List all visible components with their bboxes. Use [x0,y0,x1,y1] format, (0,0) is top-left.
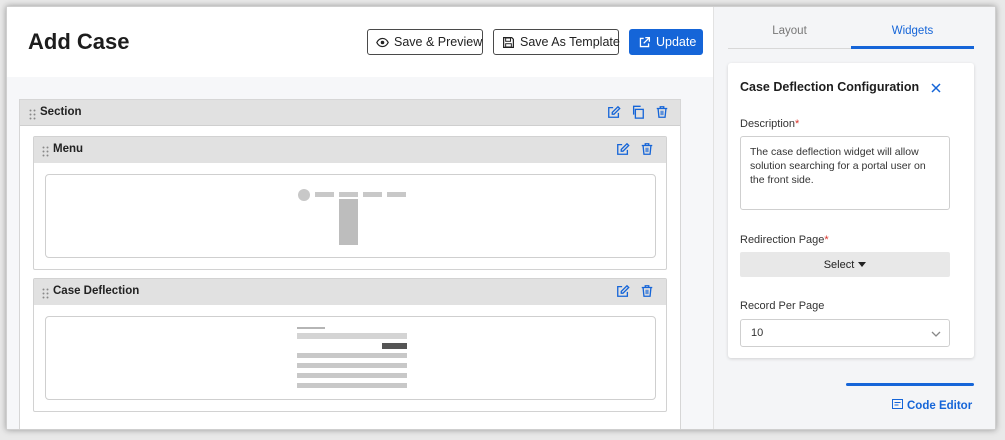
drag-handle-icon[interactable] [29,107,36,120]
case-deflection-widget[interactable]: Case Deflection [33,278,667,412]
code-editor-label: Code Editor [907,399,973,412]
record-per-page-label: Record Per Page [740,300,825,312]
properties-panel: Layout Widgets Case Deflection Configura… [713,7,995,429]
save-as-template-button[interactable]: Save As Template [493,29,620,55]
save-preview-label: Save & Preview [394,35,483,49]
update-label: Update [656,35,697,49]
case-deflection-widget-header[interactable]: Case Deflection [34,279,666,305]
panel-tabs: Layout Widgets [728,21,974,49]
section-actions [607,105,669,119]
chevron-down-icon [931,329,941,337]
trash-icon[interactable] [640,142,654,156]
redirection-page-select[interactable]: Select [740,252,950,277]
menu-widget-header[interactable]: Menu [34,137,666,163]
edit-icon[interactable] [616,142,630,156]
edit-icon[interactable] [616,284,630,298]
description-label-text: Description [740,118,796,130]
code-icon [892,399,903,412]
section-container: Section Menu Case Deflection [19,99,681,429]
description-field[interactable]: The case deflection widget will allow so… [740,136,950,210]
case-deflection-config-card: Case Deflection Configuration Descriptio… [728,63,974,358]
drag-handle-icon[interactable] [42,144,49,157]
menu-preview-graphic [298,189,406,245]
caret-down-icon [858,259,867,271]
record-per-page-select[interactable]: 10 [740,319,950,347]
redirection-page-label: Redirection Page* [740,234,829,246]
save-preview-button[interactable]: Save & Preview [367,29,483,55]
section-header[interactable]: Section [20,100,680,126]
update-button[interactable]: Update [629,29,703,55]
config-title: Case Deflection Configuration [740,80,920,94]
trash-icon[interactable] [640,284,654,298]
eye-icon [376,36,389,49]
record-per-page-value: 10 [751,327,764,339]
close-icon[interactable] [930,81,942,93]
tab-widgets[interactable]: Widgets [851,21,974,49]
page-title: Add Case [28,29,130,54]
edit-icon[interactable] [607,105,621,119]
menu-preview [45,174,656,258]
page-editor: Add Case Save & Preview Save As Template… [7,7,713,429]
save-as-template-label: Save As Template [520,35,620,49]
app-window: Add Case Save & Preview Save As Template… [6,6,996,430]
case-deflection-widget-label: Case Deflection [53,285,140,297]
redirection-page-select-label: Select [823,258,855,271]
tab-layout[interactable]: Layout [728,21,851,49]
external-link-icon [638,36,651,49]
description-label: Description* [740,118,800,130]
copy-icon[interactable] [631,105,645,119]
editor-header: Add Case Save & Preview Save As Template… [7,7,713,77]
case-deflection-preview-graphic [297,327,407,388]
case-deflection-widget-actions [616,284,654,298]
section-label: Section [40,106,82,118]
menu-widget[interactable]: Menu [33,136,667,270]
drag-handle-icon[interactable] [42,286,49,299]
menu-widget-actions [616,142,654,156]
menu-widget-label: Menu [53,143,84,155]
trash-icon[interactable] [655,105,669,119]
case-deflection-preview [45,316,656,400]
floppy-icon [502,36,515,49]
code-editor-link[interactable]: Code Editor [892,399,972,412]
redirection-page-label-text: Redirection Page [740,234,825,246]
save-button-edge[interactable] [846,383,974,386]
